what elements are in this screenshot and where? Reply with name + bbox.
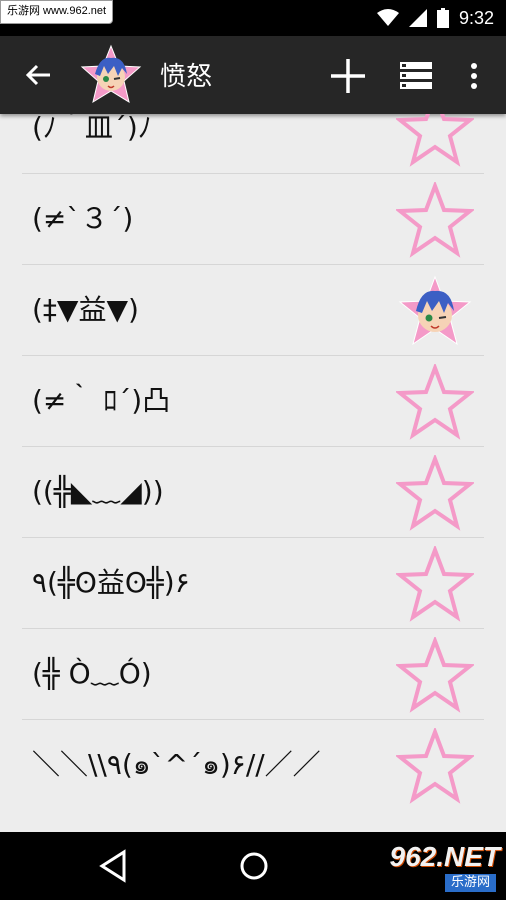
emoticon-list[interactable]: (ﾉ｀皿´)ﾉ (≠`３´) (‡▼益▼) (≠｀ ﾛ´)凸 ((╬◣﹏◢)) [22,114,484,832]
emoticon-text: (≠｀ ﾛ´)凸 [32,384,171,417]
list-item[interactable]: (≠`３´) [22,174,484,265]
list-item[interactable]: (≠｀ ﾛ´)凸 [22,356,484,447]
star-outline-icon[interactable] [396,728,474,804]
star-outline-icon[interactable] [396,182,474,258]
list-item[interactable]: ٩(╬ʘ益ʘ╬)۶ [22,538,484,629]
watermark-logo-text: 962.NET [389,841,501,872]
emoticon-text: (╬ Ò﹏Ó) [32,657,152,690]
nav-home-icon[interactable] [236,848,272,884]
signal-icon [408,9,427,27]
emoticon-text: (‡▼益▼) [32,293,139,326]
emoticon-text: ＼＼\\٩(๑`^´๑)۶//／／ [32,748,321,781]
status-bar: 乐游网 www.962.net 9:32 [0,0,506,36]
favorite-avatar-star-icon[interactable] [396,273,474,349]
watermark-label: 乐游网 www.962.net [0,0,114,24]
wifi-icon [376,9,399,26]
watermark-logo-subtext: 乐游网 [444,874,496,892]
watermark-logo: 962.NET 乐游网 [370,840,500,894]
list-item[interactable]: (╬ Ò﹏Ó) [22,629,484,720]
nav-back-icon[interactable] [96,848,132,884]
emoticon-text: ((╬◣﹏◢)) [32,475,164,508]
emoticon-text: (ﾉ｀皿´)ﾉ [32,114,152,144]
back-arrow-icon[interactable] [18,55,58,95]
star-outline-icon[interactable] [396,455,474,531]
avatar-star-icon [80,44,142,104]
status-icons: 9:32 [376,0,494,36]
list-item[interactable]: (ﾉ｀皿´)ﾉ [22,114,484,174]
star-outline-icon[interactable] [396,546,474,622]
emoticon-text: ٩(╬ʘ益ʘ╬)۶ [32,566,190,599]
battery-icon [436,8,449,28]
star-outline-icon[interactable] [396,364,474,440]
star-outline-icon[interactable] [396,114,474,167]
more-vert-icon[interactable] [462,56,486,96]
app-bar: 愤怒 [0,36,506,114]
list-item[interactable]: ＼＼\\٩(๑`^´๑)۶//／／ [22,720,484,810]
emoticon-text: (≠`３´) [32,202,134,235]
star-outline-icon[interactable] [396,637,474,713]
navigation-bar: 962.NET 乐游网 [0,832,506,900]
page-title: 愤怒 [160,62,213,92]
status-time: 9:32 [458,7,494,28]
list-item[interactable]: (‡▼益▼) [22,265,484,356]
plus-icon[interactable] [328,56,368,96]
list-item[interactable]: ((╬◣﹏◢)) [22,447,484,538]
list-icon[interactable] [398,58,434,94]
